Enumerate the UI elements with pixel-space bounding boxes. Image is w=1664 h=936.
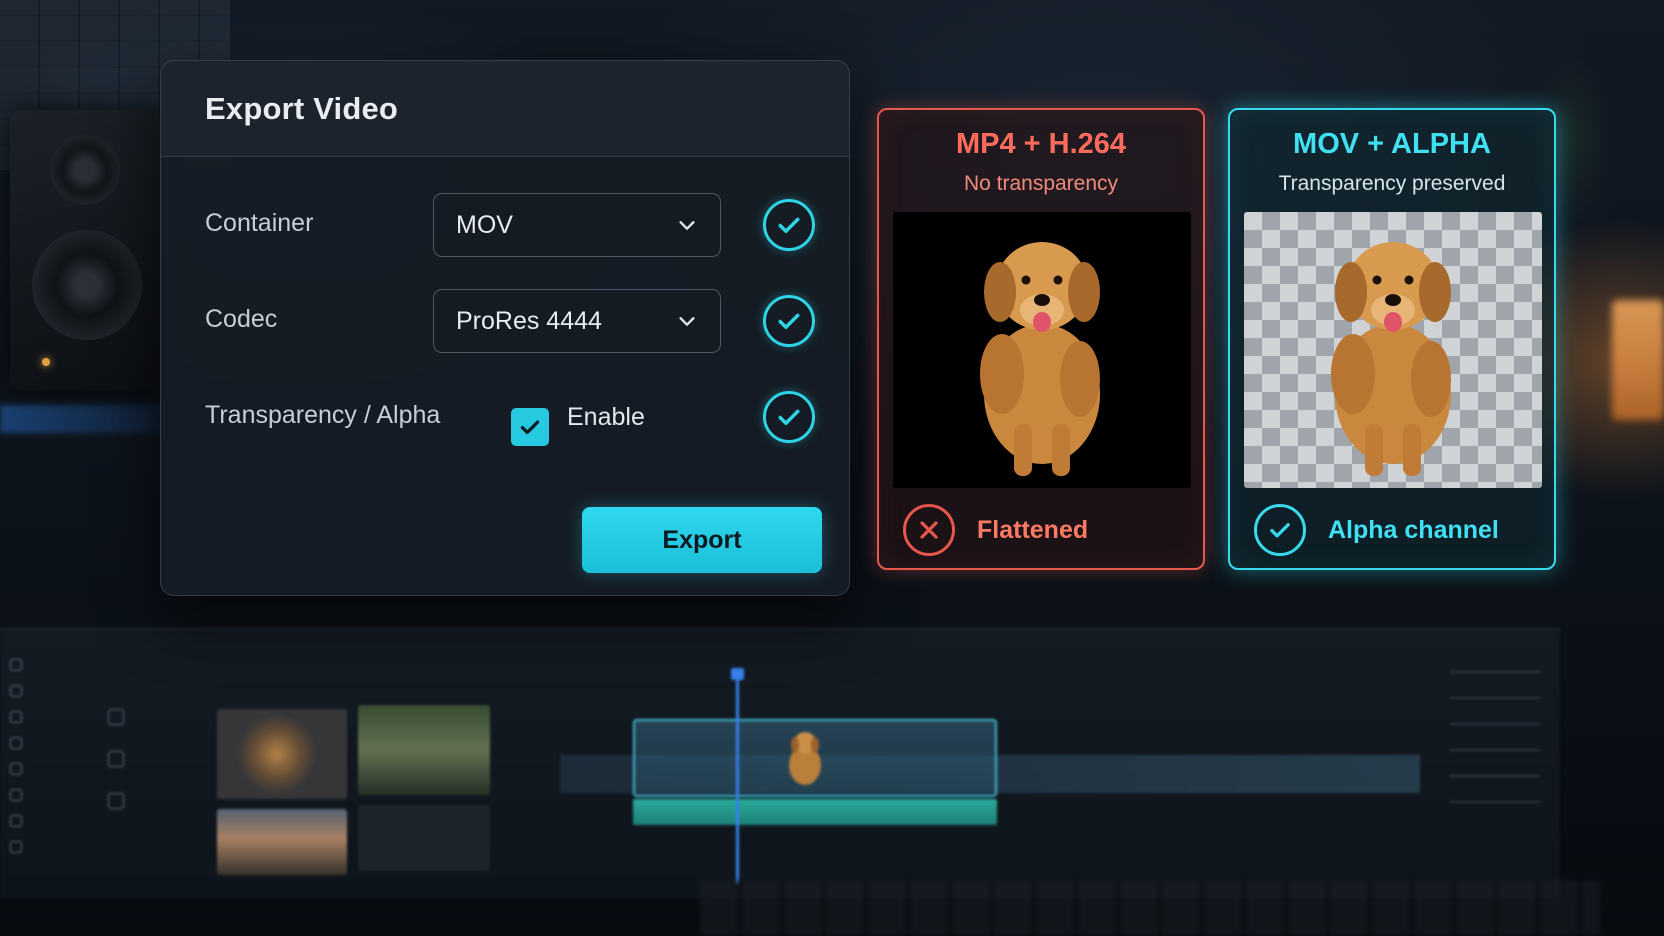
- card-title: MOV + ALPHA: [1293, 128, 1491, 160]
- check-circle-icon: [763, 391, 815, 443]
- editor-right-panel: [1450, 653, 1540, 803]
- card-subtitle: No transparency: [963, 172, 1119, 195]
- dog-image: [1331, 242, 1451, 476]
- container-label: Container: [205, 209, 314, 237]
- dog-image: [980, 242, 1100, 476]
- export-video-dialog: Export Video Container MOV Codec ProRes …: [160, 60, 850, 596]
- video-editor-timeline: [0, 628, 1560, 898]
- checkmark-icon: [520, 420, 540, 435]
- transparency-label: Transparency / Alpha: [205, 401, 441, 429]
- timeline-clip[interactable]: [633, 719, 997, 797]
- card-status: Alpha channel: [1254, 504, 1499, 556]
- speaker-tweeter: [50, 135, 120, 205]
- codec-select[interactable]: ProRes 4444: [433, 289, 721, 353]
- editor-side-toolbar: [10, 659, 24, 889]
- card-subtitle: Transparency preserved: [1278, 172, 1506, 195]
- flattened-preview: [893, 212, 1191, 488]
- editor-tools: [108, 709, 124, 835]
- desk-glow: [0, 405, 165, 433]
- card-status: Flattened: [903, 504, 1088, 556]
- dialog-header: Export Video: [161, 61, 849, 157]
- status-label: Alpha channel: [1328, 515, 1499, 544]
- status-label: Flattened: [977, 515, 1089, 544]
- mov-alpha-card: MOV + ALPHA Transparency preserved Alpha…: [1228, 108, 1556, 570]
- speaker-led: [42, 358, 50, 366]
- card-title: MP4 + H.264: [955, 128, 1127, 160]
- export-button[interactable]: Export: [582, 507, 822, 573]
- chevron-down-icon: [679, 221, 695, 230]
- chevron-down-icon: [679, 317, 695, 326]
- enable-label[interactable]: Enable: [567, 403, 645, 432]
- container-value: MOV: [456, 210, 513, 239]
- keyboard: [700, 880, 1600, 936]
- codec-label: Codec: [205, 305, 278, 333]
- container-select[interactable]: MOV: [433, 193, 721, 257]
- media-thumbnail[interactable]: [358, 805, 490, 871]
- check-circle-icon: [763, 295, 815, 347]
- studio-speaker: [10, 110, 160, 390]
- playhead[interactable]: [731, 668, 744, 884]
- lamp-glow: [1612, 300, 1664, 420]
- x-circle-icon: [903, 504, 955, 556]
- alpha-preview: [1244, 212, 1542, 488]
- speaker-woofer: [32, 230, 142, 340]
- media-thumbnail[interactable]: [358, 705, 490, 795]
- enable-alpha-checkbox[interactable]: [511, 408, 549, 446]
- media-thumbnail[interactable]: [217, 809, 347, 875]
- codec-value: ProRes 4444: [456, 306, 602, 335]
- dialog-title: Export Video: [205, 91, 399, 126]
- check-circle-icon: [763, 199, 815, 251]
- media-thumbnail[interactable]: [217, 709, 347, 799]
- check-circle-icon: [1254, 504, 1306, 556]
- mp4-h264-card: MP4 + H.264 No transparency Flattened: [877, 108, 1205, 570]
- dog-clip-icon: [789, 732, 821, 785]
- audio-track[interactable]: [633, 799, 997, 825]
